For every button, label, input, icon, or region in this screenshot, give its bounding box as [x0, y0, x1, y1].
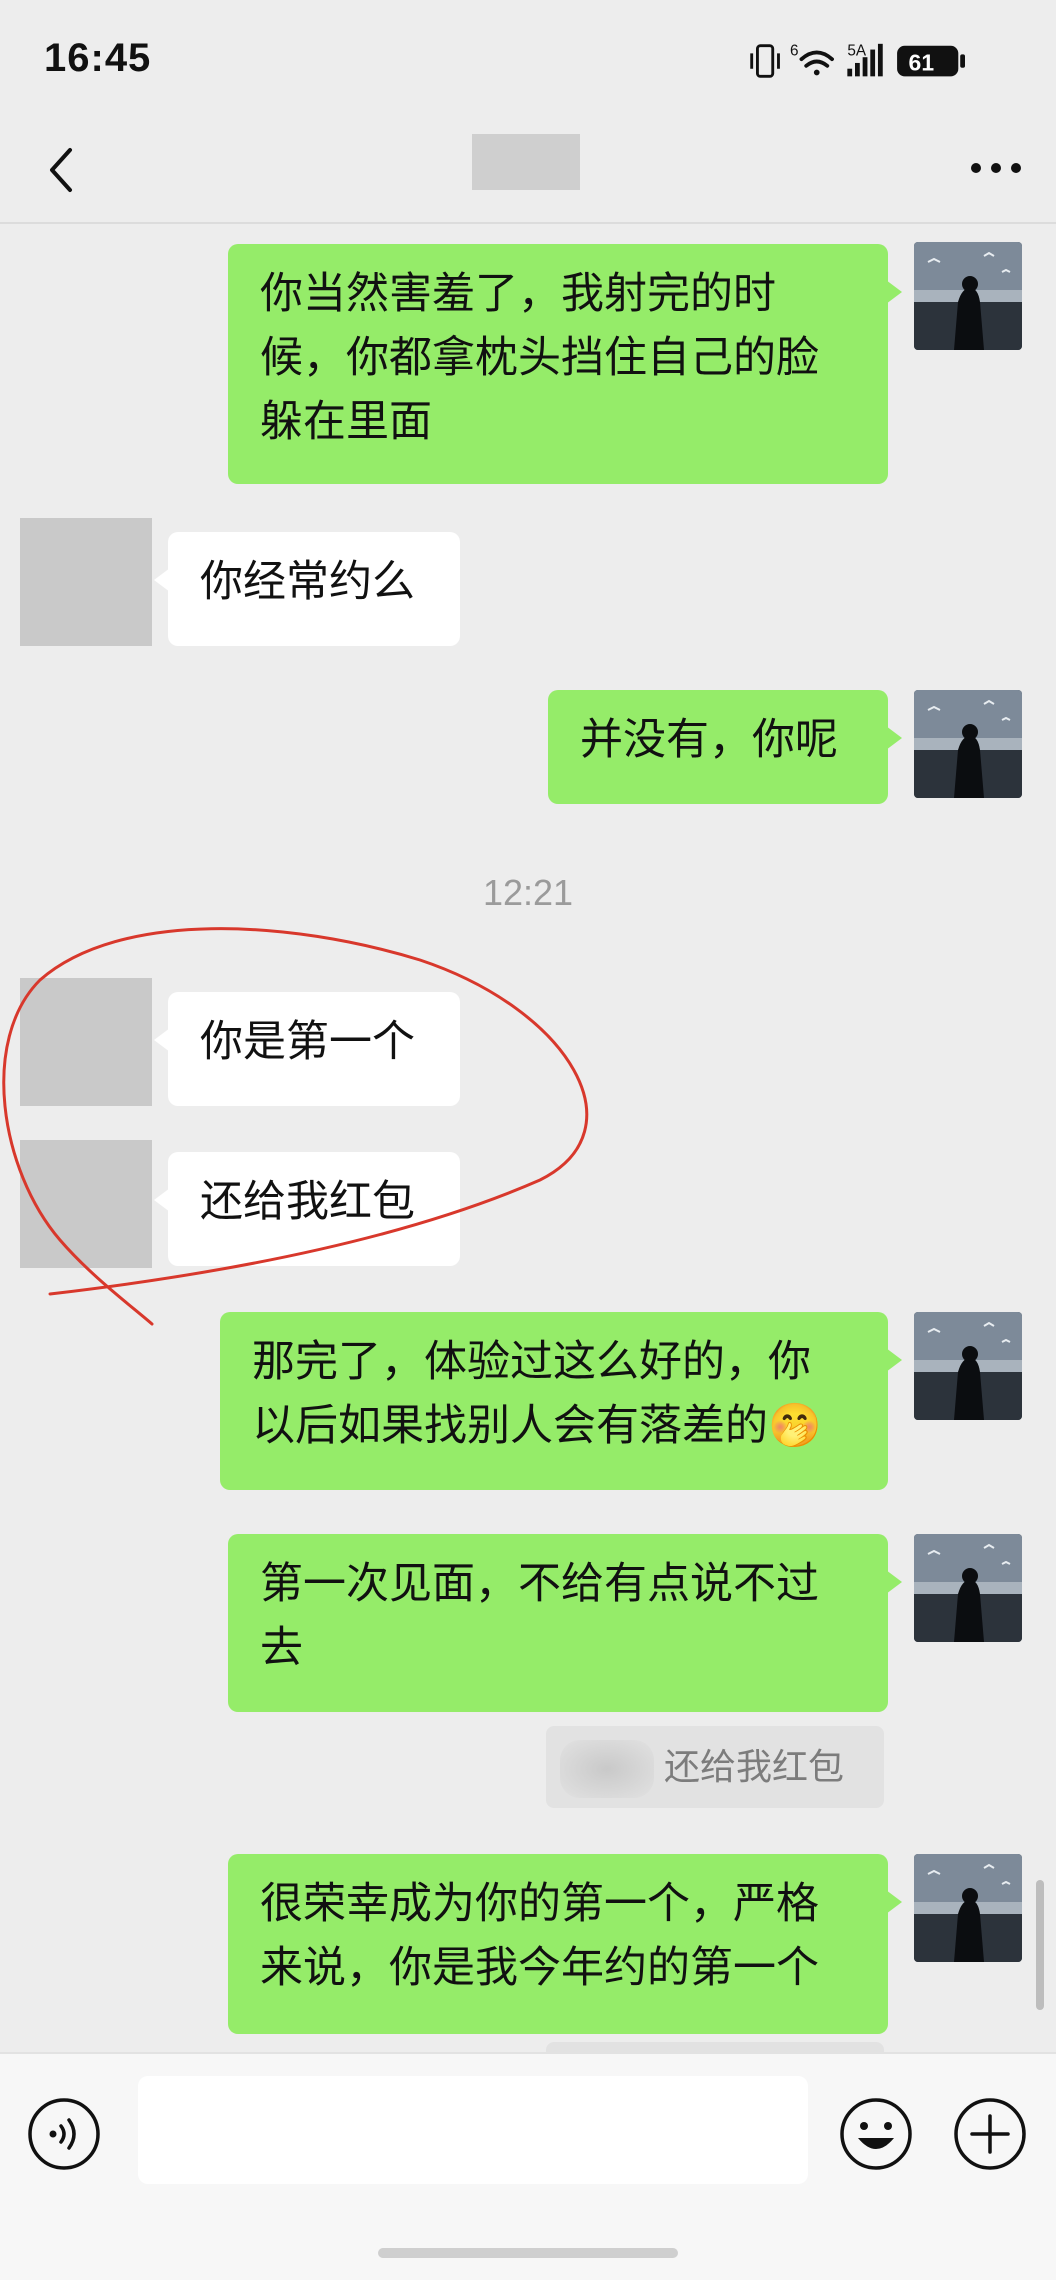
message-line: 第一次见面，不给有点说不过 [260, 1559, 819, 1609]
status-time: 16:45 [44, 36, 152, 80]
message-line: 很荣幸成为你的第一个，严格 [260, 1879, 819, 1929]
svg-text:61: 61 [909, 50, 935, 76]
self-avatar[interactable] [914, 690, 1022, 798]
message-bubble-self[interactable]: 那完了，体验过这么好的，你 以后如果找别人会有落差的🤭 [220, 1312, 902, 1490]
message-input[interactable] [138, 2076, 808, 2184]
plus-icon[interactable] [950, 2094, 1030, 2174]
message-timestamp: 12:21 [482, 872, 574, 913]
chevron-left-icon[interactable] [36, 140, 86, 200]
message-line: 你是第一个 [200, 1017, 415, 1067]
message-line: 躲在里面 [260, 397, 432, 447]
peer-avatar-redacted[interactable] [20, 518, 152, 646]
message-bubble-self[interactable]: 并没有，你呢 [548, 690, 902, 804]
message-bubble-self[interactable]: 很荣幸成为你的第一个，严格 来说，你是我今年约的第一个 [228, 1854, 902, 2034]
message-line: 那完了，体验过这么好的，你 [252, 1337, 811, 1387]
status-icons: 6 5A 61 [750, 42, 965, 78]
message-bubble-peer[interactable]: 还给我红包 [154, 1152, 460, 1266]
peer-avatar-redacted[interactable] [20, 978, 152, 1106]
message-line-with-emoji: 以后如果找别人会有落差的🤭 [252, 1394, 856, 1458]
chat-header [0, 120, 1056, 224]
self-avatar[interactable] [914, 1854, 1022, 1962]
vibrate-icon [750, 44, 780, 78]
message-line: 还给我红包 [200, 1177, 415, 1227]
self-avatar[interactable] [914, 1312, 1022, 1420]
quoted-message[interactable]: 还给我红包 [546, 1726, 884, 1808]
message-line: 你经常约么 [200, 557, 415, 607]
message-line: 以后如果找别人会有落差的 [252, 1401, 768, 1451]
self-avatar[interactable] [914, 242, 1022, 350]
battery-icon: 61 [897, 45, 965, 77]
input-bar [0, 2052, 1056, 2280]
thinking-face-icon: 🤭 [768, 1401, 822, 1451]
message-bubble-self[interactable]: 你当然害羞了，我射完的时 候，你都拿枕头挡住自己的脸 躲在里面 [228, 244, 902, 484]
wifi-icon [799, 50, 834, 76]
status-bar: 16:45 6 5A 61 [0, 0, 1056, 120]
message-line: 去 [260, 1623, 303, 1673]
voice-icon[interactable] [24, 2094, 104, 2174]
more-horizontal-icon[interactable] [966, 146, 1026, 190]
message-bubble-peer[interactable]: 你是第一个 [154, 992, 460, 1106]
message-bubble-peer[interactable]: 你经常约么 [154, 532, 460, 646]
home-indicator[interactable] [378, 2248, 678, 2258]
emoji-icon[interactable] [836, 2094, 916, 2174]
message-bubble-self[interactable]: 第一次见面，不给有点说不过 去 [228, 1534, 902, 1712]
contact-name-redacted [472, 134, 580, 190]
self-avatar[interactable] [914, 1534, 1022, 1642]
scrollbar[interactable] [1036, 1880, 1044, 2010]
message-line: 来说，你是我今年约的第一个 [260, 1943, 819, 1993]
network-label: 5A [847, 42, 867, 59]
message-line: 候，你都拿枕头挡住自己的脸 [260, 333, 819, 383]
peer-avatar-redacted[interactable] [20, 1140, 152, 1268]
message-line: 你当然害羞了，我射完的时 [260, 269, 776, 319]
quoted-message-text: 还给我红包 [664, 1747, 845, 1788]
quoted-sender-redacted [560, 1740, 654, 1798]
wifi-label: 6 [790, 42, 799, 59]
message-line: 并没有，你呢 [580, 715, 838, 765]
